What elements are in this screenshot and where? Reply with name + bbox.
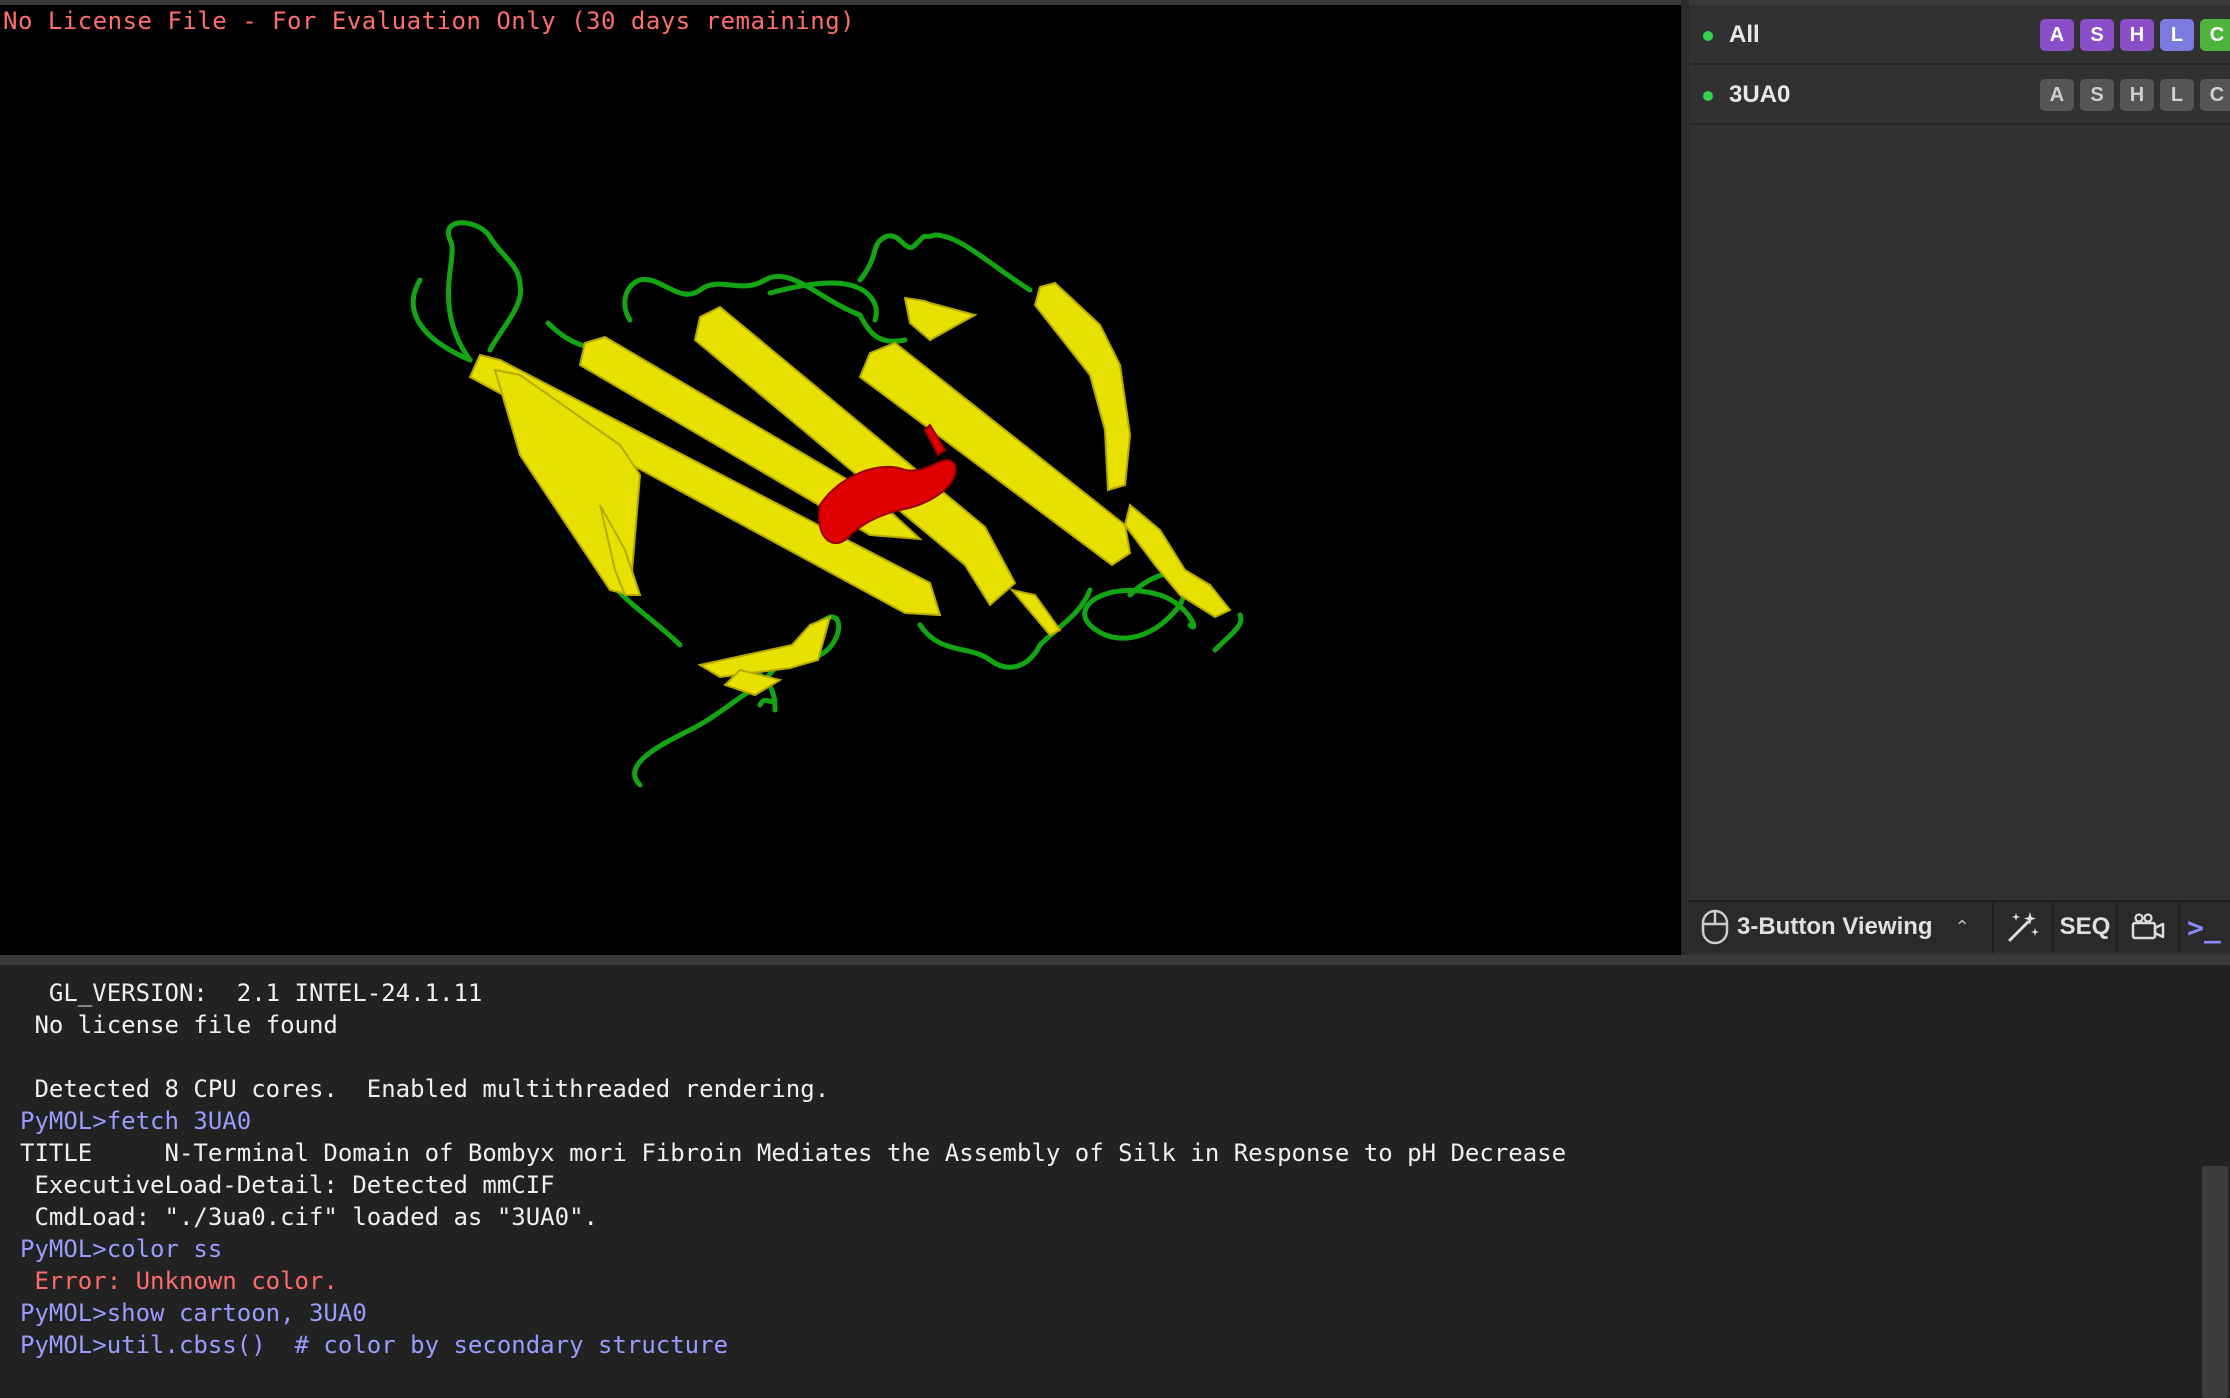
action-button[interactable]: A <box>2040 79 2074 111</box>
object-action-buttons: A S H L C <box>2040 79 2230 111</box>
visibility-indicator[interactable] <box>1703 91 1713 101</box>
object-panel: All A S H L C 3UA0 A S H L C <box>1689 0 2230 955</box>
mouse-mode-selector[interactable]: 3-Button Viewing ⌃ <box>1689 901 1994 953</box>
color-button[interactable]: C <box>2200 19 2230 51</box>
mouse-icon <box>1701 909 1729 945</box>
protein-cartoon <box>410 220 1244 788</box>
bottom-toolbar: 3-Button Viewing ⌃ SEQ >_ <box>1689 900 2230 953</box>
movie-camera-icon <box>2131 913 2165 940</box>
object-row-all[interactable]: All A S H L C <box>1689 5 2230 65</box>
console-line: No license file found <box>20 1011 338 1039</box>
chevron-up-icon: ⌃ <box>1954 916 1970 937</box>
object-action-buttons: A S H L C <box>2040 19 2230 51</box>
command-line-button[interactable]: >_ <box>2180 901 2228 953</box>
object-name[interactable]: 3UA0 <box>1729 81 1790 109</box>
mouse-mode-label: 3-Button Viewing <box>1737 913 1933 940</box>
label-button[interactable]: L <box>2160 19 2194 51</box>
molecular-viewport[interactable]: No License File - For Evaluation Only (3… <box>0 0 1681 955</box>
label-button[interactable]: L <box>2160 79 2194 111</box>
wizard-button[interactable] <box>1994 901 2054 953</box>
action-button[interactable]: A <box>2040 19 2074 51</box>
visibility-indicator[interactable] <box>1703 31 1713 41</box>
console-line: TITLE N-Terminal Domain of Bombyx mori F… <box>20 1139 1567 1167</box>
console-error: Error: Unknown color. <box>20 1267 338 1295</box>
panel-divider[interactable] <box>1681 0 1689 955</box>
sequence-toggle-button[interactable]: SEQ <box>2054 901 2118 953</box>
object-name[interactable]: All <box>1729 21 1760 49</box>
show-button[interactable]: S <box>2080 79 2114 111</box>
console-command: PyMOL>util.cbss() # color by secondary s… <box>20 1331 729 1359</box>
console-divider[interactable] <box>0 955 2230 965</box>
movie-button[interactable] <box>2118 901 2180 953</box>
console-line: CmdLoad: "./3ua0.cif" loaded as "3UA0". <box>20 1203 598 1231</box>
console-command: PyMOL>color ss <box>20 1235 223 1263</box>
color-button[interactable]: C <box>2200 79 2230 111</box>
hide-button[interactable]: H <box>2120 79 2154 111</box>
console-line: GL_VERSION: 2.1 INTEL-24.1.11 <box>20 979 483 1007</box>
console-line: ExecutiveLoad-Detail: Detected mmCIF <box>20 1171 555 1199</box>
console-command: PyMOL>fetch 3UA0 <box>20 1107 252 1135</box>
hide-button[interactable]: H <box>2120 19 2154 51</box>
console-line: Detected 8 CPU cores. Enabled multithrea… <box>20 1075 830 1103</box>
object-row-3ua0[interactable]: 3UA0 A S H L C <box>1689 65 2230 125</box>
console-command: PyMOL>show cartoon, 3UA0 <box>20 1299 367 1327</box>
magic-wand-icon <box>2008 912 2039 942</box>
show-button[interactable]: S <box>2080 19 2114 51</box>
console-output[interactable]: GL_VERSION: 2.1 INTEL-24.1.11 No license… <box>0 965 2230 1398</box>
console-scrollbar[interactable] <box>2202 1166 2228 1398</box>
